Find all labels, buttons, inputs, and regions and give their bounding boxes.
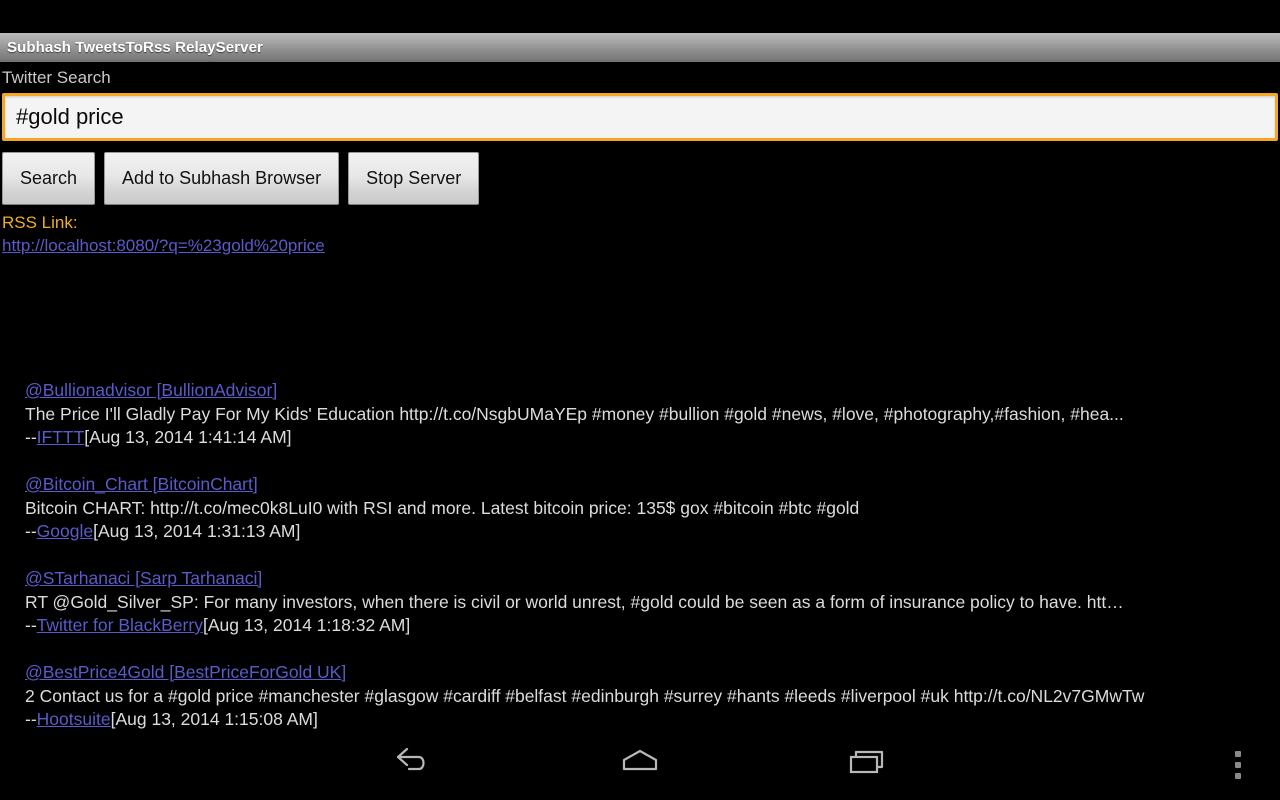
tweet-source-link[interactable]: Hootsuite [37, 709, 111, 729]
back-icon [392, 745, 434, 784]
overflow-dot-1 [1235, 750, 1241, 757]
tweet-meta-dashes: -- [25, 709, 37, 729]
app-title-bar: Subhash TweetsToRss RelayServer [0, 33, 1280, 62]
tweet-meta-dashes: -- [25, 427, 37, 447]
tweet-author-link[interactable]: @Bullionadvisor [BullionAdvisor] [25, 377, 277, 403]
overflow-dot-2 [1235, 761, 1241, 768]
tweet-timestamp: [Aug 13, 2014 1:41:14 AM] [84, 427, 292, 447]
search-input-container[interactable] [2, 93, 1278, 141]
overflow-dot-3 [1235, 772, 1241, 779]
overflow-menu-button[interactable] [1218, 729, 1258, 800]
recents-icon [843, 745, 891, 784]
tweet-source-link[interactable]: Google [37, 521, 93, 541]
tweet-meta: --Google[Aug 13, 2014 1:31:13 AM] [25, 520, 1256, 543]
tweet-meta-dashes: -- [25, 615, 37, 635]
tweet-item: @Bitcoin_Chart [BitcoinChart] Bitcoin CH… [25, 471, 1256, 543]
search-input[interactable] [5, 96, 1275, 138]
stop-server-button[interactable]: Stop Server [348, 152, 480, 205]
twitter-search-label: Twitter Search [2, 68, 111, 87]
tweet-timestamp: [Aug 13, 2014 1:31:13 AM] [93, 521, 301, 541]
tweet-text: 2 Contact us for a #gold price #manchest… [25, 686, 1145, 706]
nav-recents-button[interactable] [753, 729, 980, 800]
rss-link-label: RSS Link: [2, 213, 78, 232]
rss-url-link[interactable]: http://localhost:8080/?q=%23gold%20price [2, 234, 325, 258]
rss-link-block: RSS Link: http://localhost:8080/?q=%23go… [0, 205, 1280, 258]
tweet-author-link[interactable]: @BestPrice4Gold [BestPriceForGold UK] [25, 659, 346, 685]
tweet-meta: --IFTTT[Aug 13, 2014 1:41:14 AM] [25, 426, 1256, 449]
tweet-timestamp: [Aug 13, 2014 1:18:32 AM] [202, 615, 411, 635]
tweet-text: RT @Gold_Silver_SP: For many investors, … [25, 592, 1124, 612]
nav-back-button[interactable] [300, 729, 527, 800]
tweet-meta: --Hootsuite[Aug 13, 2014 1:15:08 AM] [25, 708, 1256, 731]
action-button-row: Search Add to Subhash Browser Stop Serve… [0, 141, 1280, 205]
tweet-source-link[interactable]: IFTTT [37, 427, 85, 447]
tweet-meta-dashes: -- [25, 521, 37, 541]
nav-home-button[interactable] [527, 729, 754, 800]
tweet-source-link[interactable]: Twitter for BlackBerry [37, 615, 203, 635]
android-status-bar [0, 0, 1280, 33]
tweet-results-list: @Bullionadvisor [BullionAdvisor] The Pri… [0, 377, 1280, 753]
search-button[interactable]: Search [2, 152, 96, 205]
home-icon [616, 745, 664, 784]
tweet-text: Bitcoin CHART: http://t.co/mec0k8LuI0 wi… [25, 498, 860, 518]
tweet-item: @BestPrice4Gold [BestPriceForGold UK] 2 … [25, 659, 1256, 731]
tweet-text: The Price I'll Gladly Pay For My Kids' E… [25, 404, 1124, 424]
tweet-item: @STarhanaci [Sarp Tarhanaci] RT @Gold_Si… [25, 565, 1256, 637]
main-content: Twitter Search Search Add to Subhash Bro… [0, 62, 1280, 762]
app-title: Subhash TweetsToRss RelayServer [7, 39, 263, 56]
tweet-meta: --Twitter for BlackBerry[Aug 13, 2014 1:… [25, 614, 1256, 637]
tweet-author-link[interactable]: @Bitcoin_Chart [BitcoinChart] [25, 471, 258, 497]
tweet-author-link[interactable]: @STarhanaci [Sarp Tarhanaci] [25, 565, 262, 591]
tweet-timestamp: [Aug 13, 2014 1:15:08 AM] [110, 709, 318, 729]
android-navigation-bar [0, 729, 1280, 800]
tweet-item: @Bullionadvisor [BullionAdvisor] The Pri… [25, 377, 1256, 449]
add-to-subhash-browser-button[interactable]: Add to Subhash Browser [104, 152, 340, 205]
